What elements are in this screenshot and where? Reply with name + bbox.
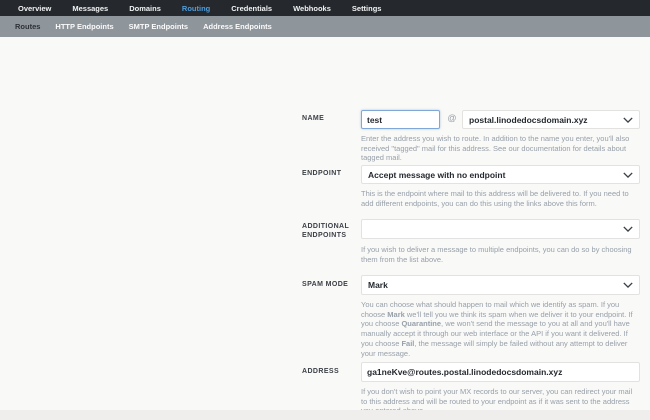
route-form: NAME @ postal.linodedocsdomain.xyz Enter… — [0, 37, 650, 415]
at-sign: @ — [447, 113, 457, 123]
endpoint-help-text: This is the endpoint where mail to this … — [361, 189, 629, 208]
spam-mode-help-text: You can choose what should happen to mai… — [361, 300, 633, 358]
chevron-down-icon — [623, 116, 633, 123]
tab-webhooks[interactable]: Webhooks — [293, 4, 331, 13]
tab-settings[interactable]: Settings — [352, 4, 382, 13]
tab-credentials[interactable]: Credentials — [231, 4, 272, 13]
subtab-address-endpoints[interactable]: Address Endpoints — [203, 22, 272, 31]
sub-navigation: Routes HTTP Endpoints SMTP Endpoints Add… — [0, 16, 650, 37]
endpoint-label: ENDPOINT — [302, 170, 342, 177]
additional-endpoints-select[interactable] — [361, 219, 640, 239]
subtab-smtp-endpoints[interactable]: SMTP Endpoints — [129, 22, 188, 31]
domain-select-value: postal.linodedocsdomain.xyz — [469, 114, 588, 125]
domain-select[interactable]: postal.linodedocsdomain.xyz — [462, 110, 640, 129]
tab-domains[interactable]: Domains — [129, 4, 161, 13]
address-input[interactable] — [361, 362, 640, 382]
tab-overview[interactable]: Overview — [18, 4, 51, 13]
endpoint-select[interactable]: Accept message with no endpoint — [361, 165, 640, 184]
spam-mode-select[interactable]: Mark — [361, 275, 640, 295]
name-input[interactable] — [361, 110, 440, 129]
subtab-routes[interactable]: Routes — [15, 22, 40, 31]
tab-routing[interactable]: Routing — [182, 4, 210, 13]
tab-messages[interactable]: Messages — [72, 4, 108, 13]
chevron-down-icon — [623, 282, 633, 288]
name-label: NAME — [302, 115, 325, 122]
spam-mode-label: SPAM MODE — [302, 281, 349, 288]
top-navigation: Overview Messages Domains Routing Creden… — [0, 0, 650, 16]
chevron-down-icon — [623, 226, 633, 232]
additional-endpoints-label: ADDITIONAL ENDPOINTS — [302, 223, 350, 239]
subtab-http-endpoints[interactable]: HTTP Endpoints — [55, 22, 113, 31]
endpoint-select-value: Accept message with no endpoint — [368, 169, 506, 180]
name-help-text: Enter the address you wish to route. In … — [361, 134, 630, 163]
address-label: ADDRESS — [302, 368, 340, 375]
page-footer-strip — [0, 410, 650, 420]
postal-routing-page: Overview Messages Domains Routing Creden… — [0, 0, 650, 420]
spam-mode-select-value: Mark — [368, 280, 388, 290]
chevron-down-icon — [623, 171, 633, 178]
additional-endpoints-help-text: If you wish to deliver a message to mult… — [361, 245, 632, 264]
